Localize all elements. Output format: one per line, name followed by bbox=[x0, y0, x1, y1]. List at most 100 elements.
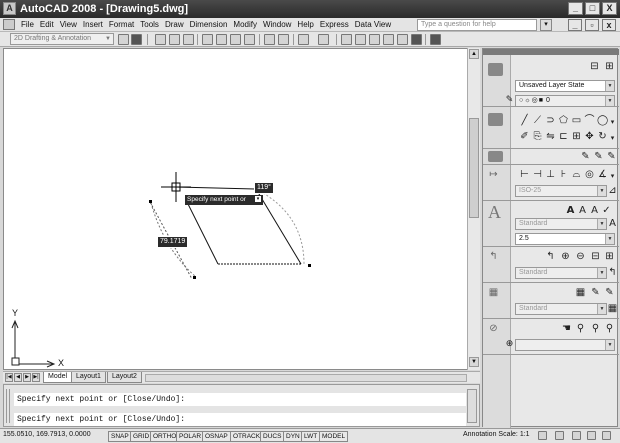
polyline-icon[interactable]: ⊃ bbox=[545, 115, 556, 126]
angle-input[interactable]: 119° bbox=[254, 182, 274, 194]
properties-icon[interactable] bbox=[397, 34, 408, 45]
ray-icon[interactable]: ⟋ bbox=[532, 115, 543, 126]
menu-format[interactable]: Format bbox=[106, 19, 137, 30]
menu-tools[interactable]: Tools bbox=[137, 19, 162, 30]
publish-icon[interactable] bbox=[230, 34, 241, 45]
linear-dim-icon[interactable]: ⊢ bbox=[519, 169, 530, 180]
last-tab-icon[interactable]: ▶| bbox=[32, 373, 40, 382]
leader-pen-icon[interactable]: ✎ bbox=[593, 151, 604, 162]
text-height-dropdown[interactable]: 2.5 ▼ bbox=[515, 233, 615, 245]
table-style-dropdown[interactable]: Standard ▼ bbox=[515, 303, 607, 315]
dim-style-manager-icon[interactable]: ⊿ bbox=[607, 185, 618, 196]
osnap-toggle[interactable]: OSNAP bbox=[202, 431, 231, 442]
layer-states-icon[interactable]: ⊞ bbox=[604, 61, 615, 72]
menu-edit[interactable]: Edit bbox=[37, 19, 57, 30]
erase-icon[interactable]: ✐ bbox=[519, 131, 530, 142]
scroll-down-icon[interactable]: ▼ bbox=[469, 357, 479, 367]
layer-dropdown[interactable]: ○☼◎■ 0 ▼ bbox=[515, 95, 615, 107]
command-scrollbar[interactable] bbox=[467, 389, 477, 423]
text-panel-icon[interactable]: A bbox=[488, 202, 501, 223]
cut-icon[interactable] bbox=[264, 34, 275, 45]
dim-style-dropdown[interactable]: ISO-25 ▼ bbox=[515, 185, 607, 197]
arc-length-icon[interactable]: ⌓ bbox=[571, 169, 582, 180]
clean-screen-icon[interactable] bbox=[602, 431, 611, 440]
layers-panel-icon[interactable] bbox=[488, 63, 503, 76]
tab-layout2[interactable]: Layout2 bbox=[107, 372, 142, 383]
menu-help[interactable]: Help bbox=[294, 19, 316, 30]
text-style-dropdown[interactable]: Standard ▼ bbox=[515, 218, 607, 230]
minimize-button[interactable]: _ bbox=[568, 2, 583, 15]
chevron-down-icon[interactable]: ▾ bbox=[607, 133, 618, 144]
copy-icon[interactable]: ⎘ bbox=[532, 131, 543, 142]
text-style-manager-icon[interactable]: A bbox=[607, 218, 618, 229]
mleader-style-manager-icon[interactable]: ↰ bbox=[607, 267, 618, 278]
prev-tab-icon[interactable]: ◀ bbox=[14, 373, 22, 382]
layer-iso-icon[interactable]: ✎ bbox=[504, 95, 515, 106]
menu-file[interactable]: File bbox=[18, 19, 37, 30]
menu-express[interactable]: Express bbox=[317, 19, 352, 30]
drawing-area[interactable]: Y X Specify next point or ▾ 119° 79.1719 bbox=[3, 48, 480, 370]
save-icon[interactable] bbox=[183, 34, 194, 45]
line-icon[interactable]: ╱ bbox=[519, 115, 530, 126]
plot-preview-icon[interactable] bbox=[216, 34, 227, 45]
ortho-toggle[interactable]: ORTHO bbox=[150, 431, 180, 442]
view-icon[interactable]: ⊕ bbox=[504, 339, 515, 350]
text-edit-icon[interactable]: A bbox=[589, 205, 600, 216]
match-properties-icon[interactable] bbox=[278, 34, 289, 45]
lwt-toggle[interactable]: LWT bbox=[301, 431, 321, 442]
array-icon[interactable]: ⊞ bbox=[571, 131, 582, 142]
table-style-manager-icon[interactable]: ▦ bbox=[607, 303, 618, 314]
polar-toggle[interactable]: POLAR bbox=[176, 431, 205, 442]
pan-icon[interactable] bbox=[341, 34, 352, 45]
navigate-panel-icon[interactable] bbox=[488, 151, 503, 162]
menu-window[interactable]: Window bbox=[260, 19, 294, 30]
pan-hand-icon[interactable]: ☚ bbox=[561, 323, 572, 334]
redo-icon[interactable] bbox=[318, 34, 329, 45]
help-search-icon[interactable]: ▾ bbox=[540, 19, 552, 31]
table-icon[interactable]: ▦ bbox=[575, 287, 586, 298]
lock-icon[interactable] bbox=[572, 431, 581, 440]
ducs-toggle[interactable]: DUCS bbox=[260, 431, 285, 442]
menu-view[interactable]: View bbox=[57, 19, 80, 30]
grid-toggle[interactable]: GRID bbox=[130, 431, 153, 442]
snap-toggle[interactable]: SNAP bbox=[108, 431, 132, 442]
2d-draw-panel-icon[interactable] bbox=[488, 113, 503, 126]
doc-minimize-button[interactable]: _ bbox=[568, 19, 582, 31]
doc-close-button[interactable]: x bbox=[602, 19, 616, 31]
radius-dim-icon[interactable]: ◎ bbox=[584, 169, 595, 180]
collect-leaders-icon[interactable]: ⊞ bbox=[604, 251, 615, 262]
multiline-text-icon[interactable]: A bbox=[565, 205, 576, 216]
layer-state-dropdown[interactable]: Unsaved Layer State ▼ bbox=[515, 80, 615, 92]
length-input[interactable]: 79.1719 bbox=[157, 236, 189, 248]
align-leaders-icon[interactable]: ⊟ bbox=[590, 251, 601, 262]
menu-modify[interactable]: Modify bbox=[230, 19, 260, 30]
spell-check-icon[interactable]: ✓ bbox=[601, 205, 612, 216]
tab-layout1[interactable]: Layout1 bbox=[71, 372, 106, 383]
chevron-down-icon[interactable]: ▾ bbox=[607, 117, 618, 128]
zoom-realtime-icon[interactable] bbox=[355, 34, 366, 45]
command-grip[interactable] bbox=[6, 389, 10, 423]
zoom-window-icon[interactable] bbox=[369, 34, 380, 45]
menu-draw[interactable]: Draw bbox=[162, 19, 187, 30]
rectangle-icon[interactable]: ▭ bbox=[571, 115, 582, 126]
close-button[interactable]: X bbox=[602, 2, 617, 15]
dyn-toggle[interactable]: DYN bbox=[283, 431, 303, 442]
mleader-style-dropdown[interactable]: Standard ▼ bbox=[515, 267, 607, 279]
help-icon[interactable] bbox=[430, 34, 441, 45]
ordinate-dim-icon[interactable]: ⊥ bbox=[545, 169, 556, 180]
named-view-dropdown[interactable]: ▼ bbox=[515, 339, 615, 351]
workspace-settings-icon[interactable] bbox=[118, 34, 129, 45]
layer-properties-icon[interactable]: ⊟ bbox=[589, 61, 600, 72]
zoom-window-icon[interactable]: ⚲ bbox=[590, 323, 601, 334]
otrack-toggle[interactable]: OTRACK bbox=[230, 431, 264, 442]
first-tab-icon[interactable]: |◀ bbox=[5, 373, 13, 382]
status-tray-icon[interactable] bbox=[587, 431, 596, 440]
command-line-window[interactable]: Specify next point or [Close/Undo]: Spec… bbox=[3, 384, 480, 427]
menu-insert[interactable]: Insert bbox=[80, 19, 106, 30]
tables-panel-icon[interactable]: ▦ bbox=[488, 287, 499, 298]
move-icon[interactable]: ✥ bbox=[584, 131, 595, 142]
zoom-previous-icon[interactable]: ⚲ bbox=[604, 323, 615, 334]
vertical-scrollbar[interactable]: ▲ ▼ bbox=[467, 48, 480, 370]
dimension-pen-icon[interactable]: ✎ bbox=[580, 151, 591, 162]
open-icon[interactable] bbox=[169, 34, 180, 45]
